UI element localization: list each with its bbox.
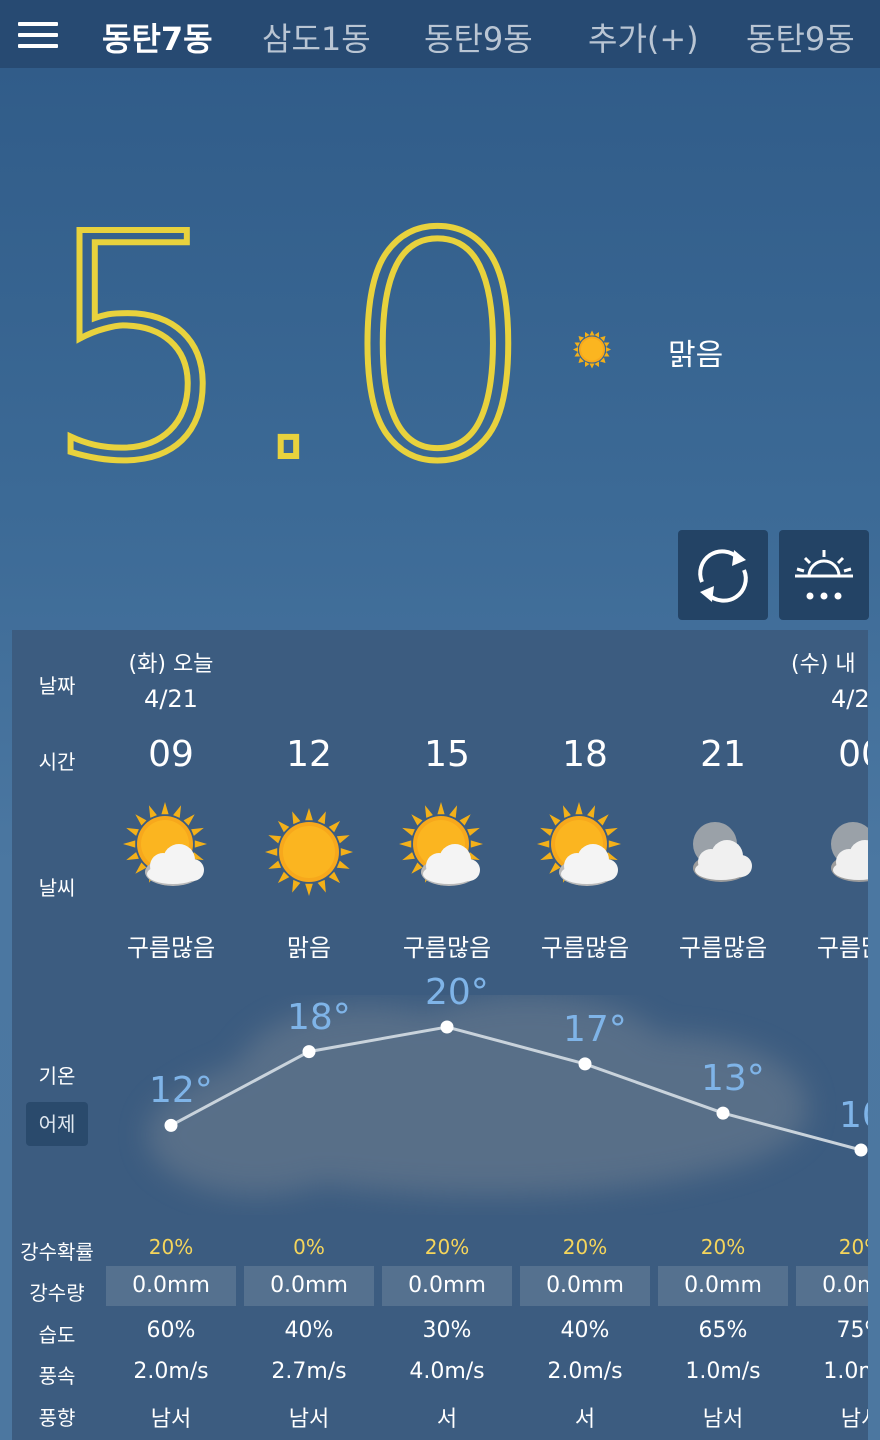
sunrise-icon: [795, 550, 853, 600]
tab-location-2[interactable]: 삼도1동: [262, 14, 371, 60]
temperature-point: [440, 1020, 454, 1034]
condition-label: 맑음: [668, 338, 724, 373]
tab-add-location[interactable]: 추가(+): [588, 14, 699, 60]
tab-location-1[interactable]: 동탄7동: [102, 14, 213, 60]
tab-location-5[interactable]: 동탄9동: [746, 14, 855, 60]
forecast-panel[interactable]: 날짜 시간 날씨 기온 어제 강수확률 강수량 습도 풍속 풍향 (화) 오늘 …: [12, 630, 868, 1440]
top-bar: 동탄7동 삼도1동 동탄9동 추가(+) 동탄9동: [0, 0, 880, 68]
menu-icon[interactable]: [18, 22, 58, 48]
temperature-point: [716, 1106, 730, 1120]
temperature-label: 12°: [149, 1070, 213, 1112]
temperature-point: [302, 1045, 316, 1059]
temperature-label: 13°: [701, 1058, 765, 1100]
tab-location-3[interactable]: 동탄9동: [424, 14, 533, 60]
temperature-label: 20°: [425, 972, 489, 1013]
sun-icon: [573, 330, 611, 369]
temperature-point: [164, 1118, 178, 1132]
temperature-label: 17°: [563, 1008, 627, 1050]
sunrise-button[interactable]: [779, 530, 869, 620]
current-temperature: 5.0°: [40, 188, 560, 488]
temperature-point: [578, 1057, 592, 1071]
refresh-button[interactable]: [678, 530, 768, 620]
svg-text:5.0°: 5.0°: [40, 188, 560, 488]
temperature-label: 18°: [287, 996, 351, 1038]
refresh-icon: [698, 549, 748, 603]
temperature-point: [854, 1143, 868, 1157]
temperature-label: 10°: [839, 1095, 868, 1136]
temperature-line-chart: [164, 1020, 868, 1157]
